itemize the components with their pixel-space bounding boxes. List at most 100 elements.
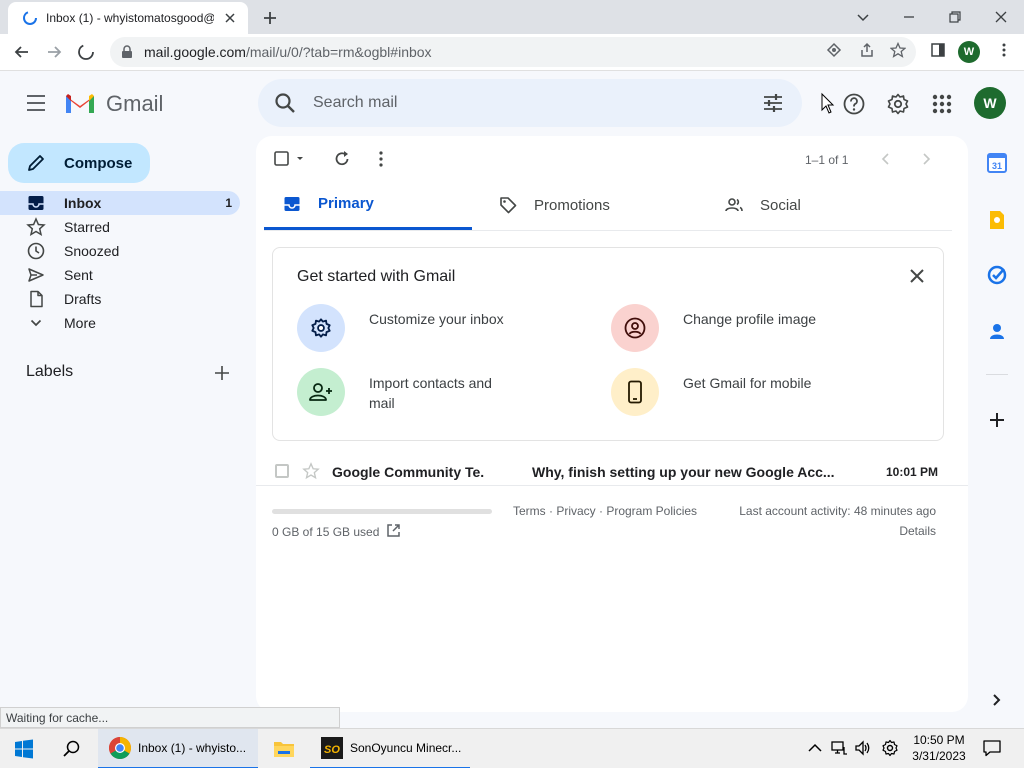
search-input[interactable]: Search mail: [313, 94, 397, 112]
privacy-sandbox-icon[interactable]: [826, 42, 842, 58]
gear-icon[interactable]: [886, 92, 910, 116]
email-row[interactable]: Google Community Te. Why, finish setting…: [256, 456, 968, 486]
tray-overflow-icon[interactable]: [806, 739, 824, 757]
side-panel-icon[interactable]: [930, 42, 946, 58]
back-icon[interactable]: [12, 42, 32, 62]
gmail-header: Gmail Search mail W: [0, 71, 1024, 135]
volume-icon[interactable]: [854, 739, 872, 757]
expand-panel-icon[interactable]: [986, 689, 1008, 711]
windows-start-icon[interactable]: [14, 739, 34, 759]
network-icon[interactable]: [830, 739, 848, 757]
taskbar-app-explorer[interactable]: [262, 729, 308, 768]
last-activity-text: Last account activity: 48 minutes ago: [739, 504, 936, 518]
customize-inbox-item[interactable]: Customize your inbox: [297, 304, 577, 354]
sidebar-item-starred[interactable]: Starred: [0, 215, 240, 239]
tab-social[interactable]: Social: [706, 180, 914, 230]
more-vertical-icon[interactable]: [371, 149, 391, 169]
close-window-icon[interactable]: [991, 7, 1011, 27]
inbox-icon: [284, 196, 300, 211]
main-menu-icon[interactable]: [24, 93, 48, 113]
change-profile-image-item[interactable]: Change profile image: [611, 304, 891, 354]
taskbar-app-sonoyuncu[interactable]: SO SonOyuncu Minecr...: [310, 729, 470, 768]
account-circle-icon: [624, 317, 646, 339]
tag-icon: [500, 197, 517, 214]
sidebar-item-sent[interactable]: Sent: [0, 263, 240, 287]
new-tab-icon[interactable]: [260, 8, 280, 28]
star-icon: [26, 217, 46, 237]
tab-label: Promotions: [534, 196, 610, 214]
refresh-icon[interactable]: [332, 149, 352, 169]
sidebar-item-more[interactable]: More: [0, 311, 240, 335]
gmail-wordmark[interactable]: Gmail: [106, 91, 163, 117]
calendar-icon[interactable]: 31: [986, 152, 1008, 174]
send-icon: [28, 268, 44, 282]
bookmark-star-icon[interactable]: [890, 42, 906, 58]
taskbar-clock[interactable]: 10:50 PM 3/31/2023: [908, 732, 970, 764]
select-all-checkbox-icon[interactable]: [273, 149, 305, 169]
import-contacts-label: Import contacts and mail: [369, 375, 492, 411]
tab-label: Social: [760, 196, 801, 214]
star-icon[interactable]: [302, 462, 320, 480]
svg-text:31: 31: [992, 161, 1002, 171]
taskbar-app-chrome[interactable]: Inbox (1) - whyisto...: [98, 729, 258, 768]
add-addon-icon[interactable]: [986, 409, 1008, 431]
get-gmail-mobile-label: Get Gmail for mobile: [683, 375, 812, 391]
chevron-right-icon[interactable]: [916, 149, 936, 169]
clock-date: 3/31/2023: [912, 749, 966, 763]
loading-stop-icon[interactable]: [76, 42, 96, 62]
close-icon[interactable]: [907, 266, 927, 286]
search-bar[interactable]: Search mail: [258, 79, 802, 127]
tab-search-icon[interactable]: [853, 7, 873, 27]
contacts-icon[interactable]: [986, 320, 1008, 342]
keep-icon[interactable]: [986, 209, 1008, 231]
chrome-profile-avatar[interactable]: W: [958, 41, 980, 63]
sidebar-item-label: Sent: [64, 267, 93, 283]
email-checkbox[interactable]: [275, 464, 289, 478]
sidebar-item-inbox[interactable]: Inbox 1: [0, 191, 240, 215]
support-icon[interactable]: [842, 92, 866, 116]
browser-tab[interactable]: Inbox (1) - whyistomatosgood@g: [8, 2, 248, 34]
apps-grid-icon[interactable]: [930, 92, 954, 116]
url-path: /mail/u/0/?tab=rm&ogbl#inbox: [245, 44, 432, 60]
taskbar-app-label: SonOyuncu Minecr...: [350, 741, 462, 755]
svg-text:SO: SO: [324, 744, 340, 756]
sidebar-item-snoozed[interactable]: Snoozed: [0, 239, 240, 263]
import-contacts-item[interactable]: Import contacts and mail: [297, 368, 577, 418]
unread-count: 1: [225, 196, 232, 210]
open-in-new-icon[interactable]: [386, 523, 401, 538]
taskbar-search-icon[interactable]: [62, 739, 82, 759]
sonoyuncu-icon: SO: [321, 737, 343, 759]
search-icon[interactable]: [274, 92, 296, 114]
sidebar-item-label: Snoozed: [64, 243, 120, 259]
sidebar-item-drafts[interactable]: Drafts: [0, 287, 240, 311]
chrome-menu-icon[interactable]: [996, 42, 1012, 58]
tab-title: Inbox (1) - whyistomatosgood@g: [46, 11, 214, 25]
tab-promotions[interactable]: Promotions: [480, 180, 688, 230]
customize-inbox-label: Customize your inbox: [369, 311, 504, 327]
close-tab-icon[interactable]: [222, 10, 238, 26]
share-icon[interactable]: [859, 42, 875, 58]
get-gmail-mobile-item[interactable]: Get Gmail for mobile: [611, 368, 891, 418]
add-label-icon[interactable]: [212, 363, 232, 383]
tasks-icon[interactable]: [986, 264, 1008, 286]
lock-icon[interactable]: [120, 45, 134, 59]
footer-links[interactable]: Terms · Privacy · Program Policies: [513, 504, 697, 518]
notifications-icon[interactable]: [982, 738, 1002, 758]
tab-primary[interactable]: Primary: [264, 180, 472, 230]
chevron-left-icon[interactable]: [876, 149, 896, 169]
sidebar-item-label: Inbox: [64, 195, 102, 211]
settings-tray-icon[interactable]: [881, 739, 899, 757]
forward-icon[interactable]: [44, 42, 64, 62]
compose-label: Compose: [64, 154, 133, 172]
address-bar[interactable]: mail.google.com/mail/u/0/?tab=rm&ogbl#in…: [110, 37, 916, 67]
restore-icon[interactable]: [945, 7, 965, 27]
gmail-logo-icon[interactable]: [64, 91, 96, 115]
folder-icon: [274, 742, 294, 757]
compose-button[interactable]: Compose: [8, 143, 150, 183]
search-options-icon[interactable]: [762, 93, 784, 113]
minimize-icon[interactable]: [899, 7, 919, 27]
details-link[interactable]: Details: [899, 524, 936, 538]
sidebar-item-label: Drafts: [64, 291, 102, 307]
account-avatar[interactable]: W: [974, 87, 1006, 119]
sidebar-item-label: More: [64, 315, 96, 331]
